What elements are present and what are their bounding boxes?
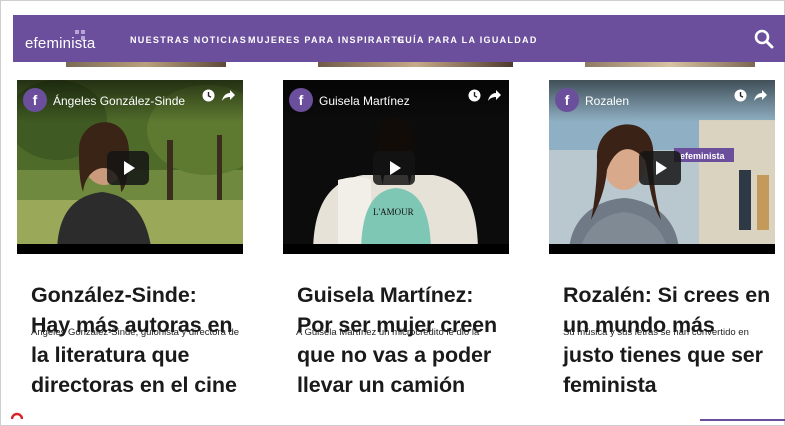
search-icon[interactable] xyxy=(754,29,774,49)
play-button[interactable] xyxy=(107,151,149,185)
video-player-1[interactable]: f Ángeles González-Sinde xyxy=(17,80,243,254)
article-card-3[interactable]: efeminista f Rozalen Rozalén: Si crees e… xyxy=(549,80,775,400)
share-icon[interactable] xyxy=(221,89,235,102)
hero-image-strip-2 xyxy=(318,62,513,67)
video-player-2[interactable]: L'AMOUR f Guisela Martínez xyxy=(283,80,509,254)
nav-nuestras-noticias[interactable]: NUESTRAS NOTICIAS xyxy=(130,35,247,45)
watch-later-icon[interactable] xyxy=(202,89,215,102)
share-icon[interactable] xyxy=(753,89,767,102)
site-header: efeminista NUESTRAS NOTICIAS MUJERES PAR… xyxy=(13,15,785,62)
hero-image-strip-1 xyxy=(66,62,226,67)
channel-logo-icon[interactable]: f xyxy=(289,88,313,112)
nav-mujeres-para-inspirarte[interactable]: MUJERES PARA INSPIRARTE xyxy=(248,35,405,45)
article-headline[interactable]: González-Sinde: Hay más autoras en la li… xyxy=(17,280,243,400)
article-card-1[interactable]: f Ángeles González-Sinde González-Sinde:… xyxy=(17,80,243,400)
video-player-3[interactable]: efeminista f Rozalen xyxy=(549,80,775,254)
video-title[interactable]: Guisela Martínez xyxy=(319,94,410,108)
article-card-2[interactable]: L'AMOUR f Guisela Martínez Guisela Martí… xyxy=(283,80,509,400)
article-headline[interactable]: Guisela Martínez: Por ser mujer creen qu… xyxy=(283,280,509,400)
hero-image-strip-3 xyxy=(585,62,755,67)
channel-logo-icon[interactable]: f xyxy=(555,88,579,112)
svg-text:L'AMOUR: L'AMOUR xyxy=(373,207,414,217)
watch-later-icon[interactable] xyxy=(468,89,481,102)
play-button[interactable] xyxy=(373,151,415,185)
video-title[interactable]: Rozalen xyxy=(585,94,629,108)
scroll-indicator xyxy=(700,419,785,421)
play-button[interactable] xyxy=(639,151,681,185)
notification-bell-icon[interactable] xyxy=(11,408,23,420)
watch-later-icon[interactable] xyxy=(734,89,747,102)
article-excerpt: A Guisela Martínez un microcrédito le di… xyxy=(296,327,480,338)
article-headline[interactable]: Rozalén: Si crees en un mundo más justo … xyxy=(549,280,775,400)
share-icon[interactable] xyxy=(487,89,501,102)
article-excerpt: Ángeles González-Sinde, guionista y dire… xyxy=(31,327,240,338)
video-title[interactable]: Ángeles González-Sinde xyxy=(53,94,185,108)
banner-text: efeminista xyxy=(680,151,726,161)
nav-guia-igualdad[interactable]: GUÍA PARA LA IGUALDAD xyxy=(397,35,538,45)
logo-dots-icon xyxy=(75,30,89,42)
channel-logo-icon[interactable]: f xyxy=(23,88,47,112)
article-excerpt: Su música y sus letras se han convertido… xyxy=(563,327,749,338)
